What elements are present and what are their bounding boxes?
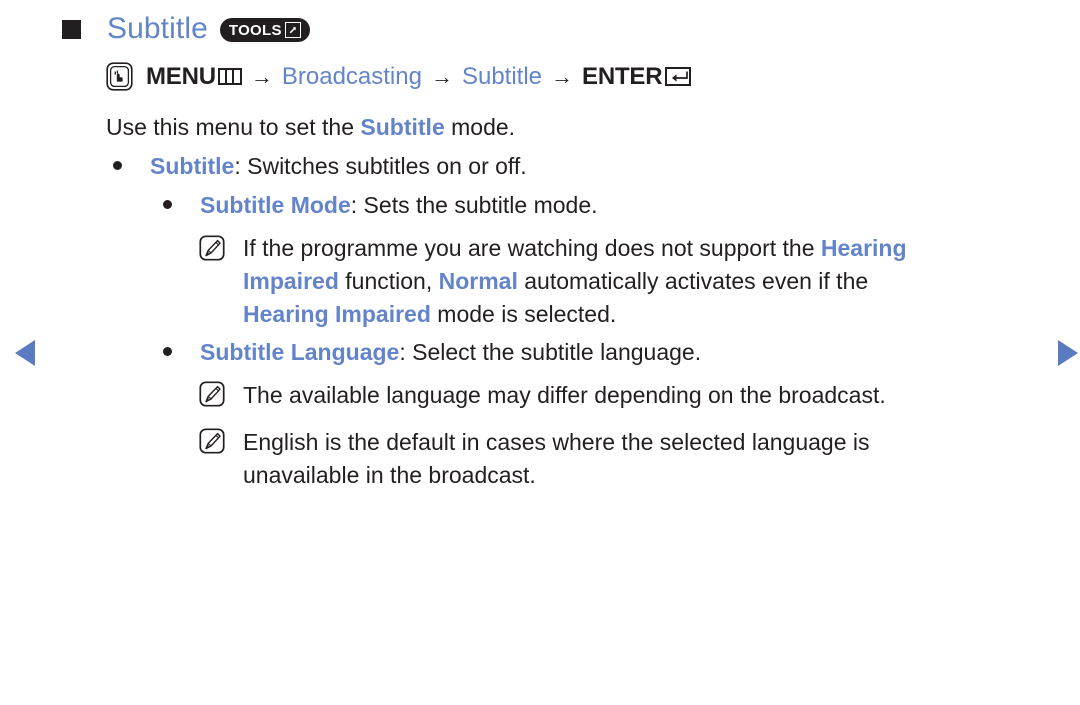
bullet-subtitle-language-desc: : Select the subtitle language. bbox=[399, 339, 702, 365]
intro-sentence: Use this menu to set the Subtitle mode. bbox=[106, 110, 515, 144]
note3-line2: unavailable in the broadcast. bbox=[243, 462, 536, 488]
bullet-subtitle-mode: Subtitle Mode: Sets the subtitle mode. bbox=[200, 188, 598, 222]
bullet-subtitle-language-term: Subtitle Language bbox=[200, 339, 400, 365]
intro-text-after: mode. bbox=[444, 114, 516, 140]
path-arrow-2: → bbox=[430, 63, 453, 89]
bullet-subtitle-term: Subtitle bbox=[150, 153, 235, 179]
bullet-subtitle-mode-desc: : Sets the subtitle mode. bbox=[350, 192, 598, 218]
bullet-dot-icon bbox=[163, 200, 172, 209]
note1-line2-a: Impaired bbox=[243, 268, 339, 294]
tools-badge[interactable]: TOOLS bbox=[219, 18, 310, 42]
enter-key-label: ENTER bbox=[582, 62, 663, 90]
note-pencil-icon bbox=[199, 235, 225, 261]
note3-line1: English is the default in cases where th… bbox=[243, 429, 870, 455]
tools-arrow-icon bbox=[284, 22, 301, 38]
bullet-subtitle-desc: : Switches subtitles on or off. bbox=[234, 153, 527, 179]
note-available-language: The available language may differ depend… bbox=[243, 382, 886, 408]
note-pencil-icon bbox=[199, 428, 225, 454]
page-title: Subtitle bbox=[107, 12, 208, 45]
path-arrow-3: → bbox=[551, 63, 574, 89]
path-arrow-1: → bbox=[250, 63, 273, 89]
bullet-subtitle-mode-term: Subtitle Mode bbox=[200, 192, 351, 218]
note1-line3-b: mode is selected. bbox=[430, 301, 617, 327]
bullet-dot-icon bbox=[113, 161, 122, 170]
note1-line2-b: function, bbox=[338, 268, 439, 294]
page-heading: Subtitle TOOLS bbox=[62, 14, 310, 44]
menu-path: MENU → Broadcasting → Subtitle → ENTER bbox=[106, 62, 692, 91]
tools-badge-label: TOOLS bbox=[228, 21, 282, 39]
previous-page-arrow-icon[interactable] bbox=[15, 340, 35, 366]
enter-key-icon bbox=[665, 67, 692, 86]
manual-page: Subtitle TOOLS MENU → Broadcasting → Sub… bbox=[0, 0, 1080, 705]
note-hearing-impaired: If the programme you are watching does n… bbox=[243, 232, 1003, 331]
menu-key-icon bbox=[217, 68, 242, 85]
note1-line2-c: Normal bbox=[438, 268, 518, 294]
intro-highlight: Subtitle bbox=[360, 114, 445, 140]
menu-step-subtitle[interactable]: Subtitle bbox=[462, 63, 542, 91]
note-pencil-icon bbox=[199, 381, 225, 407]
note1-line2-d: automatically activates even if the bbox=[517, 268, 869, 294]
square-bullet-icon bbox=[62, 19, 81, 39]
note1-line1-a: If the programme you are watching does n… bbox=[243, 235, 821, 261]
remote-button-press-icon bbox=[106, 62, 133, 91]
bullet-subtitle: Subtitle: Switches subtitles on or off. bbox=[150, 149, 527, 183]
bullet-dot-icon bbox=[163, 347, 172, 356]
bullet-subtitle-language: Subtitle Language: Select the subtitle l… bbox=[200, 335, 701, 369]
menu-key-label: MENU bbox=[146, 62, 216, 90]
intro-text-before: Use this menu to set the bbox=[106, 114, 361, 140]
note1-line3-a: Hearing Impaired bbox=[243, 301, 431, 327]
note1-line1-b: Hearing bbox=[820, 235, 907, 261]
next-page-arrow-icon[interactable] bbox=[1058, 340, 1078, 366]
note-english-default: English is the default in cases where th… bbox=[243, 426, 870, 492]
menu-step-broadcasting[interactable]: Broadcasting bbox=[282, 63, 422, 91]
